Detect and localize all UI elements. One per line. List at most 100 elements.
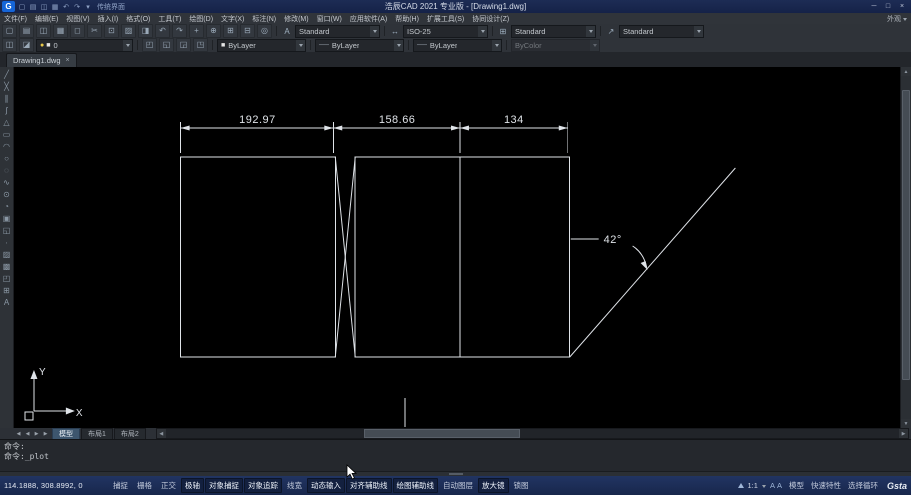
construction-line-icon[interactable]: ╳ [1, 81, 12, 92]
scroll-left-icon[interactable]: ◀ [156, 429, 166, 438]
zoom-realtime-icon[interactable]: ⊕ [206, 24, 221, 38]
pan-icon[interactable]: + [189, 24, 204, 38]
insert-block-icon[interactable]: ▣ [1, 213, 12, 224]
annotation-scale-value[interactable]: 1:1 [748, 481, 758, 490]
menu-express-tools[interactable]: 扩展工具(S) [423, 13, 468, 24]
vertical-scrollbar[interactable]: ▲ ▼ [900, 67, 911, 428]
linetype-control-dropdown[interactable]: ── ByLayer [315, 38, 404, 52]
dropdown-arrow-icon[interactable] [694, 25, 703, 37]
tab-close-icon[interactable]: × [66, 57, 70, 64]
dim-style-icon[interactable]: ↔ [389, 25, 401, 37]
zoom-window-icon[interactable]: ⊞ [223, 24, 238, 38]
dropdown-arrow-icon[interactable] [586, 25, 595, 37]
horizontal-scroll-track[interactable] [166, 429, 899, 438]
dimension-lines[interactable] [180, 125, 568, 131]
tab-layout2[interactable]: 布局2 [113, 427, 146, 440]
spline-icon[interactable]: ∿ [1, 177, 12, 188]
line-icon[interactable]: ╱ [1, 69, 12, 80]
lineweight-toggle[interactable]: 线宽 [283, 478, 306, 493]
multiline-icon[interactable]: ∥ [1, 93, 12, 104]
scale-dropdown-icon[interactable] [761, 484, 766, 490]
cut-icon[interactable]: ✂ [87, 24, 102, 38]
appearance-menu[interactable]: 外观 [887, 14, 901, 24]
color-control-dropdown[interactable]: ■ ByLayer [217, 38, 306, 52]
qat-open-icon[interactable]: ▤ [28, 1, 38, 12]
redo-icon[interactable]: ↷ [172, 24, 187, 38]
undo-icon[interactable]: ↶ [155, 24, 170, 38]
menu-tools[interactable]: 工具(T) [154, 13, 185, 24]
layer-properties-icon[interactable]: ◫ [2, 38, 17, 52]
ellipse-arc-icon[interactable]: ◔ [1, 201, 12, 212]
dropdown-arrow-icon[interactable] [492, 39, 501, 51]
mleader-style-icon[interactable]: ↗ [605, 25, 617, 37]
save-icon[interactable]: ◫ [36, 24, 51, 38]
menu-applications[interactable]: 应用软件(A) [346, 13, 391, 24]
new-icon[interactable]: ▢ [2, 24, 17, 38]
tab-layout1[interactable]: 布局1 [81, 427, 113, 440]
dimension-text-2[interactable]: 158.66 [379, 114, 416, 126]
layer-states-icon[interactable]: ◪ [19, 38, 34, 52]
vertical-scroll-track[interactable] [901, 76, 911, 419]
menu-view[interactable]: 视图(V) [62, 13, 93, 24]
mleader-style-dropdown[interactable]: Standard [619, 24, 704, 38]
hatch-icon[interactable]: ▨ [1, 249, 12, 260]
dropdown-arrow-icon[interactable] [296, 39, 305, 51]
gradient-icon[interactable]: ▩ [1, 261, 12, 272]
menu-edit[interactable]: 编辑(E) [31, 13, 62, 24]
quick-properties-button[interactable]: 快速特性 [808, 479, 844, 492]
layer-previous-icon[interactable]: ◱ [159, 38, 174, 52]
menu-collaboration[interactable]: 协同设计(Z) [468, 13, 513, 24]
menu-dimension[interactable]: 标注(N) [248, 13, 280, 24]
text-style-dropdown[interactable]: Standard [295, 24, 380, 38]
menu-insert[interactable]: 插入(I) [94, 13, 123, 24]
first-layout-icon[interactable]: ◀ [14, 429, 23, 438]
polar-toggle[interactable]: 极轴 [181, 478, 204, 493]
menu-file[interactable]: 文件(F) [0, 13, 31, 24]
zoom-previous-icon[interactable]: ⊟ [240, 24, 255, 38]
angle-text[interactable]: 42° [604, 234, 622, 246]
dimension-text-1[interactable]: 192.97 [239, 114, 276, 126]
drafting-guides-toggle[interactable]: 绘图辅助线 [392, 478, 438, 493]
match-properties-icon[interactable]: ◨ [138, 24, 153, 38]
document-tab[interactable]: Drawing1.dwg × [6, 53, 77, 67]
tab-model[interactable]: 模型 [52, 427, 80, 440]
qat-new-icon[interactable]: ▢ [17, 1, 27, 12]
app-logo-icon[interactable]: G [2, 1, 15, 12]
menu-text[interactable]: 文字(X) [217, 13, 248, 24]
rectangle-icon[interactable]: ▭ [1, 129, 12, 140]
selection-cycling-button[interactable]: 选择循环 [845, 479, 881, 492]
revision-cloud-icon[interactable]: ◌ [1, 165, 12, 176]
right-rectangle[interactable] [354, 156, 571, 358]
annotation-autoscale-icon[interactable]: A [777, 481, 782, 490]
arc-icon[interactable]: ◠ [1, 141, 12, 152]
drawing-svg[interactable]: 192.97 158.66 134 42° Y X [14, 67, 900, 428]
qat-redo-icon[interactable]: ↷ [72, 1, 82, 12]
point-icon[interactable]: ∙ [1, 237, 12, 248]
dimension-extension-lines[interactable] [180, 122, 569, 153]
make-block-icon[interactable]: ◱ [1, 225, 12, 236]
align-guides-toggle[interactable]: 对齐辅助线 [346, 478, 392, 493]
otrack-toggle[interactable]: 对象追踪 [244, 478, 282, 493]
make-object-layer-current-icon[interactable]: ◰ [142, 38, 157, 52]
annotation-scale-icon[interactable] [737, 483, 744, 488]
prev-layout-icon[interactable]: ◀ [23, 429, 32, 438]
command-window[interactable]: 命令: 命令:_plot [0, 439, 911, 476]
menu-format[interactable]: 格式(O) [122, 13, 154, 24]
scroll-down-icon[interactable]: ▼ [901, 419, 911, 428]
layer-walk-icon[interactable]: ◲ [176, 38, 191, 52]
region-icon[interactable]: ◰ [1, 273, 12, 284]
auto-layer-toggle[interactable]: 自动图层 [439, 478, 477, 493]
ellipse-icon[interactable]: ⊙ [1, 189, 12, 200]
vertical-scrollbar-thumb[interactable] [902, 89, 910, 380]
angled-line[interactable] [569, 167, 736, 358]
mtext-icon[interactable]: A [1, 297, 12, 308]
qat-dropdown-icon[interactable]: ▾ [83, 1, 93, 12]
qat-print-icon[interactable]: ▦ [50, 1, 60, 12]
menu-help[interactable]: 帮助(H) [391, 13, 423, 24]
dropdown-arrow-icon[interactable] [370, 25, 379, 37]
dropdown-arrow-icon[interactable] [394, 39, 403, 51]
maximize-button[interactable]: □ [881, 1, 895, 12]
layer-isolate-icon[interactable]: ◳ [193, 38, 208, 52]
dynamic-input-toggle[interactable]: 动态输入 [307, 478, 345, 493]
drawing-canvas[interactable]: 192.97 158.66 134 42° Y X [14, 67, 900, 428]
